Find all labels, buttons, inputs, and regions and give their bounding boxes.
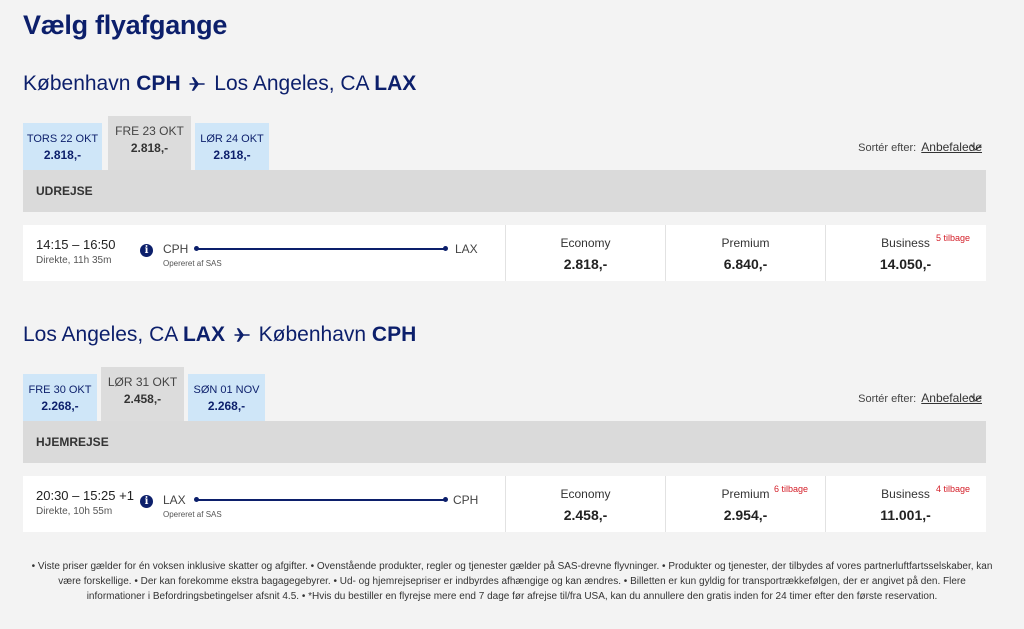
origin-airport: CPH: [163, 242, 189, 256]
operated-by: Opereret af SAS: [163, 259, 222, 268]
flight-time: 20:30 – 15:25 +1: [36, 488, 134, 503]
route-dot: [443, 246, 448, 251]
flight-duration: Direkte, 11h 35m: [36, 255, 112, 266]
cabin-business[interactable]: Business 14.050,- 5 tilbage: [825, 225, 985, 281]
cabin-economy[interactable]: Economy 2.458,-: [505, 476, 665, 532]
date-tab-inbound-2[interactable]: LØR 31 OKT 2.458,-: [101, 367, 184, 421]
origin-airport: LAX: [163, 493, 186, 507]
footer-disclaimer: • Viste priser gælder for én voksen inkl…: [31, 561, 993, 602]
flight-time: 14:15 – 16:50: [36, 237, 116, 252]
date-tab-outbound-3[interactable]: LØR 24 OKT 2.818,-: [195, 123, 269, 170]
plane-icon: [234, 328, 250, 342]
sort-dropdown-outbound[interactable]: Sortér efter: Anbefalede: [858, 140, 982, 154]
cabin-premium[interactable]: Premium 2.954,- 6 tilbage: [665, 476, 825, 532]
page-title: Vælg flyafgange: [23, 10, 228, 40]
seats-left-badge: 5 tilbage: [936, 233, 971, 243]
route-line: [197, 499, 445, 501]
flight-row-outbound[interactable]: 14:15 – 16:50 Direkte, 11h 35m i CPH Ope…: [23, 225, 986, 281]
flight-row-inbound[interactable]: 20:30 – 15:25 +1 Direkte, 10h 55m i LAX …: [23, 476, 986, 532]
date-tab-outbound-2[interactable]: FRE 23 OKT 2.818,-: [108, 116, 191, 170]
section-band-inbound: HJEMREJSE: [23, 421, 986, 463]
destination-airport: LAX: [455, 242, 478, 256]
route-dot: [443, 497, 448, 502]
date-tab-inbound-3[interactable]: SØN 01 NOV 2.268,-: [188, 374, 265, 421]
cabin-business[interactable]: Business 11.001,- 4 tilbage: [825, 476, 985, 532]
destination-airport: CPH: [453, 493, 479, 507]
sort-dropdown-inbound[interactable]: Sortér efter: Anbefalede: [858, 391, 982, 405]
outbound-route-title: København CPH Los Angeles, CA LAX: [23, 72, 417, 95]
seats-left-badge: 6 tilbage: [774, 484, 809, 494]
operated-by: Opereret af SAS: [163, 510, 222, 519]
section-band-outbound: UDREJSE: [23, 170, 986, 212]
cabin-economy[interactable]: Economy 2.818,-: [505, 225, 665, 281]
plane-icon: [189, 77, 206, 91]
date-tab-inbound-1[interactable]: FRE 30 OKT 2.268,-: [23, 374, 97, 421]
flight-duration: Direkte, 10h 55m: [36, 506, 113, 517]
inbound-route-title: Los Angeles, CA LAX København CPH: [23, 323, 417, 346]
cabin-premium[interactable]: Premium 6.840,-: [665, 225, 825, 281]
info-icon[interactable]: i: [140, 495, 153, 508]
info-icon[interactable]: i: [140, 244, 153, 257]
date-tab-outbound-1[interactable]: TORS 22 OKT 2.818,-: [23, 123, 102, 170]
seats-left-badge: 4 tilbage: [936, 484, 971, 494]
route-line: [197, 248, 445, 250]
